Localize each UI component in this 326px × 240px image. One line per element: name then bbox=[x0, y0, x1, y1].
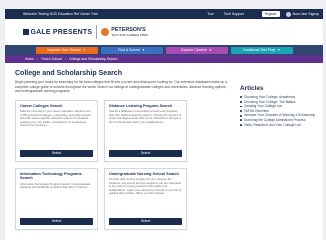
breadcrumb-current: College and Scholarship Search bbox=[69, 57, 118, 61]
main-content: College and Scholarship Search Begin pla… bbox=[5, 63, 323, 230]
browser-page: Welcome Testing NCB Education Ref Center… bbox=[5, 9, 323, 240]
gale-logo-text: GALE PRESENTS bbox=[30, 28, 93, 36]
nursing-school-card: Undergraduate Nursing School Search Find… bbox=[104, 167, 187, 230]
nav-find-school[interactable]: Find A School ▼ bbox=[100, 46, 163, 54]
petersons-mark-icon bbox=[101, 28, 110, 36]
welcome-text: Welcome Testing NCB Education Ref Center… bbox=[23, 12, 98, 16]
articles-sidebar: Articles Choosing Your College: Academic… bbox=[240, 69, 316, 230]
nav-label: Vocational Test Prep bbox=[242, 48, 276, 52]
breadcrumb-home[interactable]: Home bbox=[25, 57, 34, 61]
select-button[interactable]: Select bbox=[20, 149, 93, 157]
bullet-icon bbox=[240, 119, 242, 122]
main-nav: Improve Your Scores ▼ Find A School ▼ Ex… bbox=[5, 45, 323, 55]
card-description: Take the next step in your career educat… bbox=[20, 109, 91, 128]
chevron-down-icon: ▼ bbox=[208, 48, 212, 52]
nav-vocational-test-prep[interactable]: Vocational Test Prep ▼ bbox=[230, 46, 293, 54]
petersons-tagline: TEST AND CAREER PREP bbox=[111, 33, 149, 37]
gale-mark-icon bbox=[23, 29, 29, 35]
search-section: College and Scholarship Search Begin pla… bbox=[15, 69, 230, 230]
nav-explore-careers[interactable]: Explore Careers ▼ bbox=[165, 46, 228, 54]
article-link[interactable]: Visits, Research, and Your College List bbox=[240, 123, 316, 128]
articles-heading: Articles bbox=[240, 85, 264, 92]
signup-link[interactable]: Now User Signup bbox=[293, 12, 319, 16]
it-programs-card: Information Technology Programs Search I… bbox=[15, 167, 98, 230]
card-description: Find the right nursing program for you. … bbox=[109, 177, 182, 196]
bullet-icon bbox=[240, 123, 242, 126]
card-title: Distance Learning Program Search bbox=[109, 103, 173, 108]
breadcrumb-separator-icon: › bbox=[64, 57, 67, 61]
page-title: College and Scholarship Search bbox=[15, 70, 122, 77]
card-description: Search a database of accredited schools … bbox=[109, 109, 182, 124]
articles-list: Choosing Your College: Academics Choosin… bbox=[240, 95, 316, 127]
brand-header: GALE PRESENTS PETERSON'S TEST AND CAREER… bbox=[5, 19, 323, 45]
card-description: Information Technology Program Search. U… bbox=[20, 181, 91, 190]
nav-improve-scores[interactable]: Improve Your Scores ▼ bbox=[35, 46, 98, 54]
bullet-icon bbox=[240, 110, 242, 112]
register-button[interactable]: Register bbox=[261, 11, 280, 17]
bullet-icon bbox=[240, 114, 242, 117]
breadcrumb-find-school[interactable]: Find A School bbox=[41, 57, 62, 61]
bullet-icon bbox=[240, 96, 242, 99]
user-icon bbox=[285, 11, 291, 17]
distance-learning-card: Distance Learning Program Search Search … bbox=[104, 99, 187, 162]
tour-link[interactable]: Tour bbox=[207, 12, 214, 16]
select-button[interactable]: Select bbox=[109, 217, 182, 225]
nav-label: Improve Your Scores bbox=[47, 48, 81, 52]
nav-label: Explore Careers bbox=[181, 48, 207, 52]
search-cards: Career Colleges Search Take the next ste… bbox=[15, 99, 230, 230]
intro-text: Begin planning your future by searching … bbox=[15, 80, 227, 93]
card-title: Information Technology Programs Search bbox=[20, 171, 82, 181]
select-button[interactable]: Select bbox=[109, 149, 182, 157]
chevron-down-icon: ▼ bbox=[142, 48, 145, 52]
nav-label: Find A School bbox=[118, 48, 140, 52]
card-title: Career Colleges Search bbox=[20, 103, 63, 108]
tech-support-link[interactable]: Tech Support bbox=[224, 12, 244, 16]
top-utility-bar: Welcome Testing NCB Education Ref Center… bbox=[5, 9, 323, 19]
breadcrumb-separator-icon: › bbox=[37, 57, 39, 61]
chevron-down-icon: ▼ bbox=[277, 48, 281, 52]
bullet-icon bbox=[240, 105, 242, 108]
chevron-down-icon: ▼ bbox=[82, 48, 86, 52]
petersons-logo[interactable]: PETERSON'S TEST AND CAREER PREP bbox=[101, 27, 148, 37]
breadcrumb: Home › Find A School › College and Schol… bbox=[5, 55, 323, 63]
card-title: Undergraduate Nursing School Search bbox=[109, 171, 179, 176]
logo-divider bbox=[96, 25, 98, 39]
gale-logo[interactable]: GALE PRESENTS bbox=[23, 29, 92, 36]
career-colleges-card: Career Colleges Search Take the next ste… bbox=[15, 99, 98, 162]
bullet-icon bbox=[240, 100, 242, 103]
select-button[interactable]: Select bbox=[20, 217, 93, 225]
